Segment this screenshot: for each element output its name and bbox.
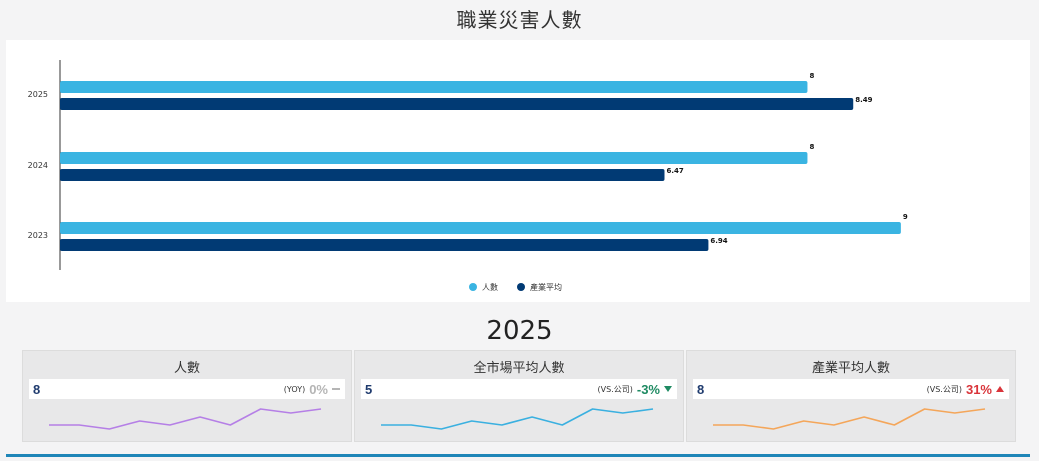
bar [60,169,665,181]
triangle-down-icon [664,386,672,392]
dash-icon [332,388,340,390]
legend-marker [517,283,525,291]
year-heading: 2025 [486,316,553,346]
kpi-card-compare-label: (VS.公司) [926,384,962,394]
kpi-card-compare-label: (VS.公司) [597,384,633,394]
sparkline-path [381,408,654,430]
kpi-card-row: 8 (VS.公司) 31% [693,379,1009,399]
bar [60,98,854,110]
data-label: 6.47 [667,167,684,175]
data-label: 8.49 [855,96,872,104]
kpi-card-title: 人數 [173,361,200,376]
bar [60,81,808,93]
kpi-card-title: 全市場平均人數 [473,361,565,376]
category-label: 2025 [28,90,48,99]
kpi-card-count: 人數 8 (YOY) 0% [22,350,352,442]
sparkline [49,408,322,430]
bar-chart: 2025 8 8.49 2024 8 6.47 2023 9 6.94 人數 產業平均 [28,60,908,292]
bottom-rule [6,454,1030,457]
sparkline-path [49,408,322,430]
kpi-card-value: 8 [33,381,41,397]
kpi-cards: 人數 8 (YOY) 0% 全市場平均人數 5 (VS.公司) -3% 產業平均… [22,350,1016,442]
category-label: 2024 [28,161,48,170]
data-label: 9 [903,213,908,221]
kpi-card-industry-average: 產業平均人數 8 (VS.公司) 31% [686,350,1016,442]
bar [60,222,901,234]
kpi-card-change: -3% [636,381,660,397]
kpi-card-row: 8 (YOY) 0% [29,379,345,399]
triangle-up-icon [996,386,1004,392]
data-label: 8 [809,72,814,80]
legend-label: 人數 [482,282,498,292]
bar [60,152,808,164]
kpi-card-market-average: 全市場平均人數 5 (VS.公司) -3% [354,350,684,442]
kpi-card-value: 8 [697,381,705,397]
kpi-card-title: 產業平均人數 [811,361,890,376]
kpi-card-change: 31% [965,381,992,397]
sparkline [381,408,654,430]
data-label: 8 [809,143,814,151]
kpi-card-change: 0% [309,381,328,397]
legend-marker [469,283,477,291]
bar [60,239,709,251]
category-label: 2023 [28,231,48,240]
kpi-card-compare-label: (YOY) [283,384,306,394]
kpi-card-row: 5 (VS.公司) -3% [361,379,677,399]
page-title: 職業災害人數 [456,8,583,32]
sparkline [713,408,986,430]
legend-label: 產業平均 [530,282,562,292]
data-label: 6.94 [710,237,727,245]
kpi-card-value: 5 [365,381,373,397]
bar-chart-panel: 2025 8 8.49 2024 8 6.47 2023 9 6.94 人數 產業平均 [6,40,1030,302]
sparkline-path [713,408,986,430]
